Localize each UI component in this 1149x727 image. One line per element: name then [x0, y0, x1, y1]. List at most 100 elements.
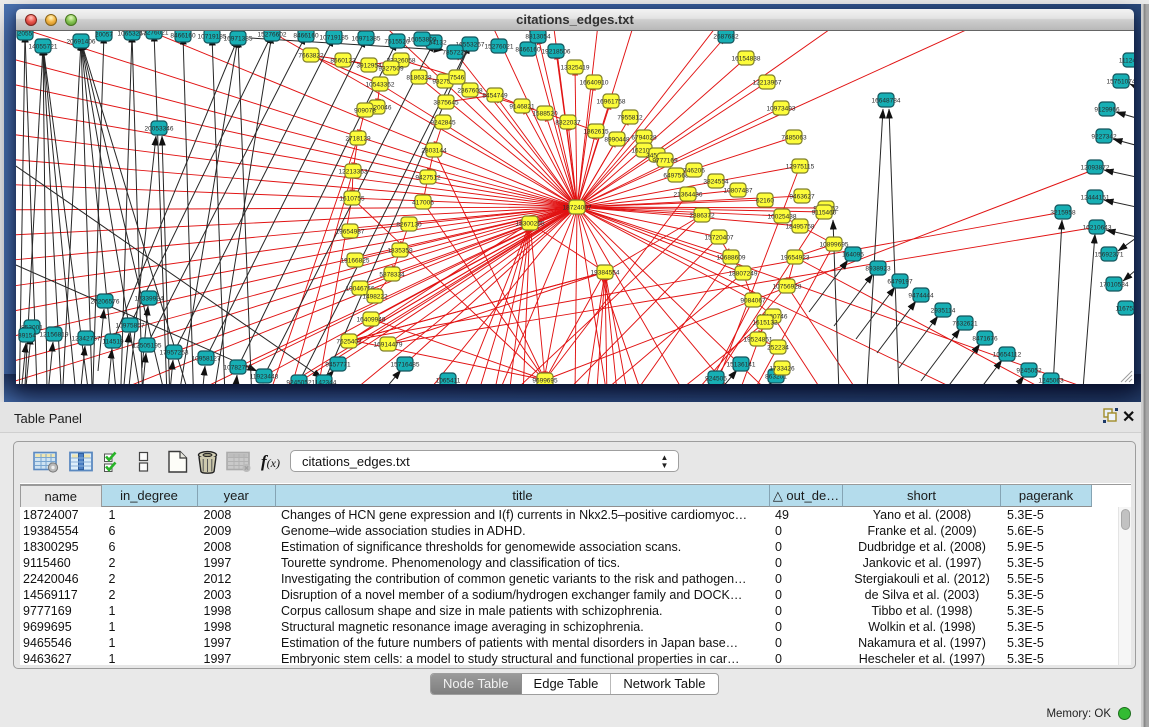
- svg-text:9699695: 9699695: [532, 377, 558, 384]
- svg-text:7857224: 7857224: [442, 49, 468, 56]
- svg-text:15136141: 15136141: [727, 361, 756, 368]
- svg-text:8186328: 8186328: [406, 74, 432, 81]
- svg-text:6794028: 6794028: [631, 134, 657, 141]
- svg-text:9115460: 9115460: [812, 209, 837, 216]
- svg-text:7485063: 7485063: [781, 134, 807, 141]
- svg-text:7955812: 7955812: [617, 114, 643, 121]
- svg-text:1588520: 1588520: [532, 110, 558, 117]
- svg-text:1615132: 1615132: [752, 319, 778, 326]
- svg-text:10719185: 10719185: [198, 33, 227, 40]
- svg-text:10025438: 10025438: [768, 213, 797, 220]
- svg-text:1142344: 1142344: [312, 379, 337, 384]
- svg-text:2367608: 2367608: [457, 87, 483, 94]
- svg-text:2386372: 2386372: [689, 212, 715, 219]
- svg-text:15692371: 15692371: [1095, 251, 1124, 258]
- svg-text:12213363: 12213363: [339, 168, 368, 175]
- svg-text:20053346: 20053346: [145, 125, 174, 132]
- svg-text:3215958: 3215958: [1050, 209, 1076, 216]
- svg-text:9474444: 9474444: [908, 292, 934, 299]
- svg-text:2935114: 2935114: [931, 307, 956, 314]
- svg-text:116753: 116753: [1115, 305, 1134, 312]
- svg-text:9245052: 9245052: [286, 379, 312, 384]
- svg-text:21364436: 21364436: [674, 191, 703, 198]
- svg-text:7663822: 7663822: [298, 52, 324, 59]
- svg-text:2055: 2055: [18, 31, 33, 37]
- svg-text:1362615: 1362615: [583, 128, 609, 135]
- svg-text:8466160: 8466160: [293, 32, 319, 39]
- svg-text:11923448: 11923448: [250, 373, 279, 380]
- svg-text:15751074: 15751074: [1107, 78, 1134, 85]
- svg-text:9227342: 9227342: [1091, 133, 1117, 140]
- svg-text:12975115: 12975115: [786, 163, 815, 170]
- svg-text:10756928: 10756928: [773, 283, 802, 290]
- svg-text:8813054: 8813054: [525, 33, 551, 40]
- svg-text:1335359: 1335359: [387, 247, 413, 254]
- svg-text:7515526: 7515526: [384, 38, 410, 45]
- svg-text:12213967: 12213967: [753, 79, 782, 86]
- svg-text:1112458: 1112458: [1119, 57, 1134, 64]
- svg-text:19654923: 19654923: [781, 254, 810, 261]
- svg-text:18495758: 18495758: [786, 223, 815, 230]
- svg-text:9084067: 9084067: [740, 297, 766, 304]
- svg-text:12156819: 12156819: [40, 331, 69, 338]
- svg-text:16648784: 16648784: [872, 97, 901, 104]
- svg-text:7632621: 7632621: [952, 320, 978, 327]
- svg-text:10782759: 10782759: [224, 364, 253, 371]
- svg-text:8466160: 8466160: [170, 32, 196, 39]
- svg-text:14055721: 14055721: [29, 43, 58, 50]
- svg-text:19218506: 19218506: [542, 48, 571, 55]
- svg-text:10688609: 10688609: [717, 254, 746, 261]
- svg-text:12444151: 12444151: [1081, 194, 1110, 201]
- svg-text:8938923: 8938923: [865, 265, 891, 272]
- svg-text:16971385: 16971385: [352, 35, 381, 42]
- svg-text:8454749: 8454749: [482, 92, 508, 99]
- svg-text:62160: 62160: [756, 197, 774, 204]
- svg-text:20206576: 20206576: [91, 298, 120, 305]
- svg-text:1065411: 1065411: [436, 377, 461, 384]
- svg-text:12342737: 12342737: [72, 335, 101, 342]
- svg-text:3824554: 3824554: [703, 178, 729, 185]
- svg-text:9463627: 9463627: [789, 193, 815, 200]
- svg-text:16210643: 16210643: [1083, 224, 1112, 231]
- svg-text:13276021: 13276021: [140, 31, 169, 36]
- svg-text:15720407: 15720407: [705, 234, 734, 241]
- svg-text:1610755: 1610755: [339, 195, 365, 202]
- svg-text:16640910: 16640910: [580, 79, 609, 86]
- svg-text:3875645: 3875645: [433, 99, 459, 106]
- svg-text:12505195: 12505195: [133, 342, 162, 349]
- svg-text:18300295: 18300295: [516, 220, 545, 227]
- svg-text:2687682: 2687682: [713, 33, 739, 40]
- svg-text:15716485: 15716485: [391, 361, 420, 368]
- svg-text:252234: 252234: [767, 344, 789, 351]
- svg-text:16409948: 16409948: [357, 316, 386, 323]
- svg-text:9242845: 9242845: [430, 119, 456, 126]
- svg-text:16971385: 16971385: [224, 35, 253, 42]
- svg-text:9245052: 9245052: [1016, 367, 1042, 374]
- svg-text:15276602: 15276602: [258, 31, 287, 38]
- svg-text:9129966: 9129966: [1094, 106, 1120, 113]
- svg-text:10899695: 10899695: [820, 241, 849, 248]
- svg-text:16914479: 16914479: [374, 341, 403, 348]
- svg-text:8660123: 8660123: [330, 57, 356, 64]
- svg-text:16053809: 16053809: [408, 36, 437, 43]
- svg-text:13325419: 13325419: [561, 64, 590, 71]
- svg-text:12093872: 12093872: [1081, 164, 1110, 171]
- svg-text:16961758: 16961758: [597, 98, 626, 105]
- svg-text:8471676: 8471676: [972, 335, 998, 342]
- svg-text:20057: 20057: [95, 31, 113, 38]
- svg-text:8466160: 8466160: [515, 46, 541, 53]
- svg-text:9327509: 9327509: [378, 65, 404, 72]
- svg-text:19654987: 19654987: [336, 228, 365, 235]
- svg-text:17010534: 17010534: [1100, 281, 1129, 288]
- svg-text:10807487: 10807487: [724, 187, 753, 194]
- svg-text:2718129: 2718129: [345, 135, 371, 142]
- svg-text:6479197: 6479197: [887, 278, 913, 285]
- svg-text:746206: 746206: [683, 167, 705, 174]
- svg-text:19166825: 19166825: [341, 257, 370, 264]
- svg-text:8267130: 8267130: [396, 221, 422, 228]
- svg-text:5878334: 5878334: [379, 271, 405, 278]
- svg-text:7625402: 7625402: [336, 338, 362, 345]
- svg-text:10543362: 10543362: [366, 81, 395, 88]
- svg-text:164095: 164095: [842, 251, 864, 258]
- svg-text:9427512: 9427512: [415, 174, 441, 181]
